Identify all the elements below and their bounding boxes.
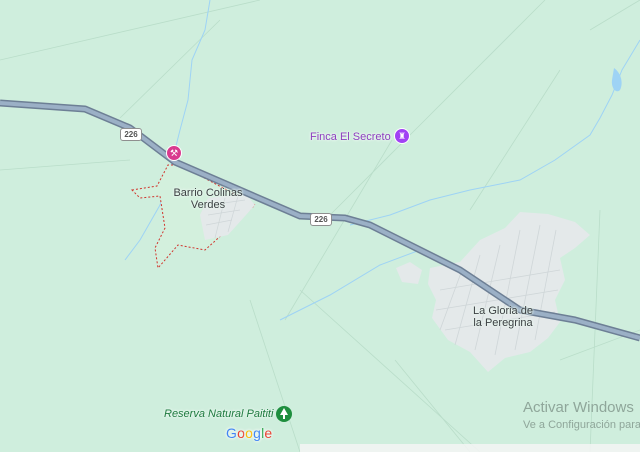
reserva-pin[interactable] <box>276 406 292 422</box>
route-shield-226: 226 <box>120 128 142 141</box>
place-label-barrio[interactable]: Barrio Colinas Verdes <box>162 187 254 211</box>
place-label-la-gloria[interactable]: La Gloria de la Peregrina <box>462 305 544 329</box>
place-label-line: la Peregrina <box>473 317 533 329</box>
activation-watermark-title: Activar Windows <box>523 399 634 416</box>
google-logo: Google <box>226 425 272 441</box>
pickaxe-icon[interactable]: ⚒ <box>166 145 182 161</box>
poi-label-reserva[interactable]: Reserva Natural Paititi <box>164 408 273 420</box>
logo-letter: g <box>253 425 262 441</box>
logo-letter: o <box>237 425 246 441</box>
activation-watermark-subtitle: Ve a Configuración para <box>523 419 640 431</box>
map-attribution-bar <box>300 444 640 452</box>
place-label-line: La Gloria de <box>473 305 533 317</box>
place-label-line: Barrio Colinas <box>173 187 243 199</box>
route-shield-226: 226 <box>310 213 332 226</box>
place-label-line: Verdes <box>190 199 226 211</box>
castle-icon[interactable]: ♜ <box>394 128 410 144</box>
map-canvas[interactable] <box>0 0 640 452</box>
poi-label-finca[interactable]: Finca El Secreto <box>310 131 391 143</box>
logo-letter: o <box>245 425 254 441</box>
logo-letter: G <box>226 425 238 441</box>
logo-letter: e <box>264 425 273 441</box>
